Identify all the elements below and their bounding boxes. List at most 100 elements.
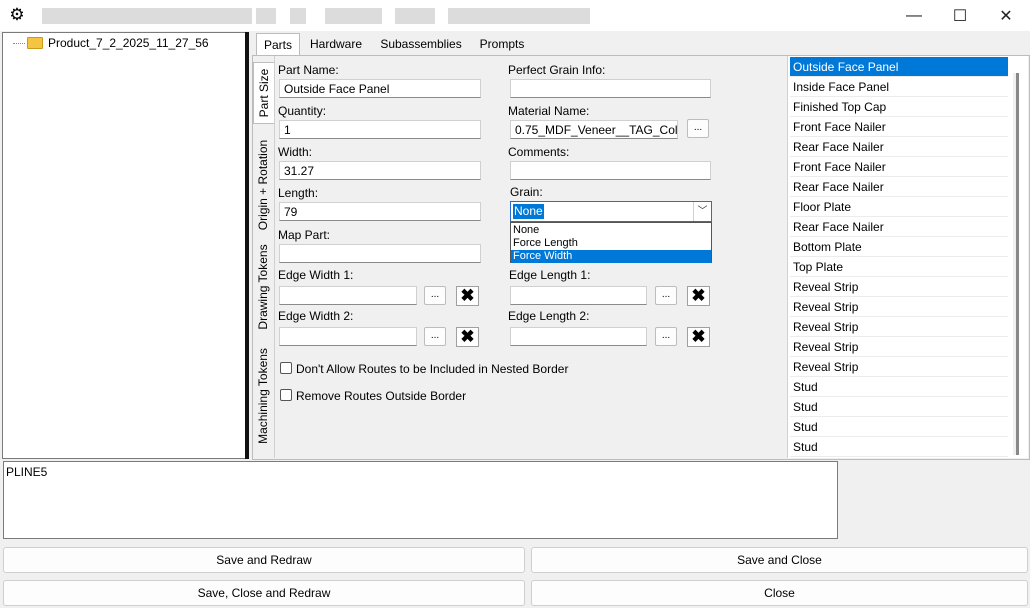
edge-width-2-browse-button[interactable]: ... xyxy=(424,327,446,346)
tab-drawing-tokens-label: Drawing Tokens xyxy=(256,244,270,330)
tab-machining-tokens[interactable]: Machining Tokens xyxy=(253,348,273,444)
save-and-redraw-button[interactable]: Save and Redraw xyxy=(3,547,525,573)
material-browse-button[interactable]: ... xyxy=(687,119,709,138)
parts-list-item[interactable]: Stud xyxy=(790,397,1008,417)
save-close-redraw-button[interactable]: Save, Close and Redraw xyxy=(3,580,525,606)
edge-width-1-label: Edge Width 1: xyxy=(278,268,354,282)
gear-icon[interactable]: ⚙ xyxy=(8,6,26,24)
tab-parts[interactable]: Parts xyxy=(256,33,300,56)
nested-border-checkbox[interactable] xyxy=(280,362,292,374)
edge-width-2-clear-button[interactable]: ✖ xyxy=(456,327,479,347)
edge-length-1-clear-button[interactable]: ✖ xyxy=(687,286,710,306)
length-input[interactable]: 79 xyxy=(279,202,481,221)
comments-label: Comments: xyxy=(508,145,570,159)
close-icon: ✖ xyxy=(460,327,475,346)
width-label: Width: xyxy=(278,145,313,159)
nested-border-checkbox-label[interactable]: Don't Allow Routes to be Included in Nes… xyxy=(296,362,568,376)
edge-length-1-input[interactable] xyxy=(510,286,647,305)
title-bar: ⚙ — ☐ ✕ xyxy=(0,0,1030,31)
parts-list-item[interactable]: Reveal Strip xyxy=(790,277,1008,297)
length-label: Length: xyxy=(278,186,319,200)
tab-origin-rotation[interactable]: Origin + Rotation xyxy=(253,140,273,230)
width-input[interactable]: 31.27 xyxy=(279,161,481,180)
grain-option-force-length[interactable]: Force Length xyxy=(511,237,711,250)
parts-list[interactable]: Outside Face Panel Inside Face Panel Finis… xyxy=(787,56,1028,458)
blurred-title xyxy=(448,8,590,24)
edge-length-2-label: Edge Length 2: xyxy=(508,309,590,323)
parts-list-item[interactable]: Floor Plate xyxy=(790,197,1008,217)
material-name-input[interactable]: 0.75_MDF_Veneer__TAG_ColorNum xyxy=(510,120,678,139)
remove-routes-checkbox[interactable] xyxy=(280,389,292,401)
product-tree[interactable]: Product_7_2_2025_11_27_56 xyxy=(2,32,247,459)
grain-dropdown[interactable]: None Force Length Force Width xyxy=(510,222,712,263)
edge-width-1-browse-button[interactable]: ... xyxy=(424,286,446,305)
chevron-down-icon[interactable]: ﹀ xyxy=(693,202,711,221)
parts-list-item[interactable]: Stud xyxy=(790,437,1008,457)
grain-select-value: None xyxy=(513,204,544,219)
quantity-input[interactable]: 1 xyxy=(279,120,481,139)
edge-length-1-browse-button[interactable]: ... xyxy=(655,286,677,305)
grain-label: Grain: xyxy=(510,185,543,199)
perfect-grain-input[interactable] xyxy=(510,79,711,98)
grain-option-force-width[interactable]: Force Width xyxy=(511,250,711,263)
save-and-close-button[interactable]: Save and Close xyxy=(531,547,1028,573)
blurred-title xyxy=(42,8,252,24)
parts-list-item[interactable]: Front Face Nailer xyxy=(790,157,1008,177)
blurred-title xyxy=(395,8,435,24)
tab-part-size[interactable]: Part Size xyxy=(253,62,274,124)
parts-list-item[interactable]: Bottom Plate xyxy=(790,237,1008,257)
part-name-label: Part Name: xyxy=(278,63,339,77)
grain-select[interactable]: None ﹀ xyxy=(510,201,712,222)
close-icon: ✖ xyxy=(691,327,706,346)
parts-list-item[interactable]: Stud xyxy=(790,377,1008,397)
edge-width-1-input[interactable] xyxy=(279,286,417,305)
comments-input[interactable] xyxy=(510,161,711,180)
maximize-button[interactable]: ☐ xyxy=(937,0,983,31)
material-name-label: Material Name: xyxy=(508,104,590,118)
parts-list-item[interactable]: Front Face Nailer xyxy=(790,117,1008,137)
edge-length-2-browse-button[interactable]: ... xyxy=(655,327,677,346)
edge-width-1-clear-button[interactable]: ✖ xyxy=(456,286,479,306)
parts-list-item[interactable]: Reveal Strip xyxy=(790,357,1008,377)
close-icon: ✖ xyxy=(460,286,475,305)
tab-part-size-label: Part Size xyxy=(257,68,271,118)
parts-list-item[interactable]: Finished Top Cap xyxy=(790,97,1008,117)
tree-root-item[interactable]: Product_7_2_2025_11_27_56 xyxy=(13,36,209,50)
remove-routes-checkbox-label[interactable]: Remove Routes Outside Border xyxy=(296,389,466,403)
close-window-button[interactable]: ✕ xyxy=(983,0,1029,31)
parts-list-item[interactable]: Rear Face Nailer xyxy=(790,217,1008,237)
parts-list-item[interactable]: Reveal Strip xyxy=(790,297,1008,317)
tab-prompts[interactable]: Prompts xyxy=(474,33,530,55)
tab-origin-rotation-label: Origin + Rotation xyxy=(256,139,270,231)
parts-list-item[interactable]: Stud xyxy=(790,417,1008,437)
edge-length-2-input[interactable] xyxy=(510,327,647,346)
parts-list-item[interactable]: Rear Face Nailer xyxy=(790,137,1008,157)
edge-width-2-label: Edge Width 2: xyxy=(278,309,354,323)
edge-length-2-clear-button[interactable]: ✖ xyxy=(687,327,710,347)
map-part-input[interactable] xyxy=(279,244,481,263)
tree-connector xyxy=(13,42,25,44)
close-button[interactable]: Close xyxy=(531,580,1028,606)
parts-list-scroll-thumb[interactable] xyxy=(1016,73,1019,455)
parts-list-item[interactable]: Outside Face Panel xyxy=(790,57,1008,77)
parts-list-item[interactable]: Rear Face Nailer xyxy=(790,177,1008,197)
blurred-title xyxy=(256,8,276,24)
minimize-button[interactable]: — xyxy=(891,0,937,31)
grain-option-none[interactable]: None xyxy=(511,224,711,237)
parts-list-item[interactable]: Reveal Strip xyxy=(790,337,1008,357)
splitter[interactable] xyxy=(245,32,249,459)
close-icon: ✖ xyxy=(691,286,706,305)
blurred-title xyxy=(290,8,306,24)
command-text-area[interactable]: PLINE5 xyxy=(3,461,838,539)
tab-drawing-tokens[interactable]: Drawing Tokens xyxy=(253,242,273,332)
part-name-input[interactable]: Outside Face Panel xyxy=(279,79,481,98)
tab-subassemblies[interactable]: Subassemblies xyxy=(376,33,466,55)
parts-list-item[interactable]: Reveal Strip xyxy=(790,317,1008,337)
tab-hardware[interactable]: Hardware xyxy=(304,33,368,55)
parts-list-item[interactable]: Inside Face Panel xyxy=(790,77,1008,97)
edge-width-2-input[interactable] xyxy=(279,327,417,346)
perfect-grain-label: Perfect Grain Info: xyxy=(508,63,606,77)
parts-list-item[interactable]: Top Plate xyxy=(790,257,1008,277)
folder-icon xyxy=(27,37,43,49)
edge-length-1-label: Edge Length 1: xyxy=(509,268,591,282)
